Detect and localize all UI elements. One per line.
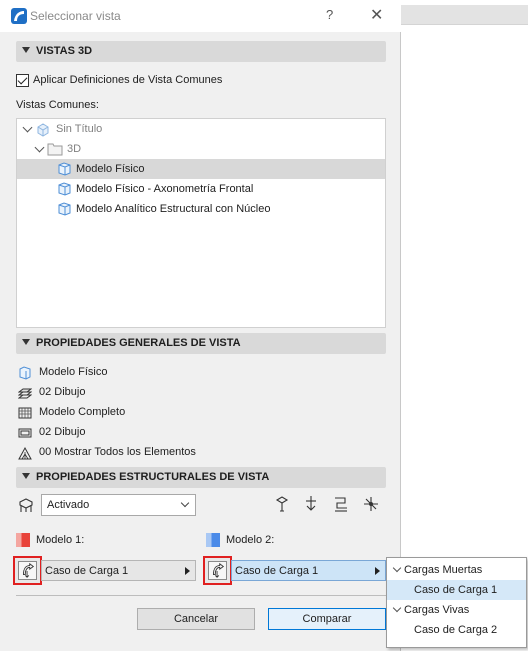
prop-row: 02 Dibujo — [16, 424, 376, 442]
chevron-right-icon — [185, 567, 190, 575]
column-icon[interactable] — [272, 494, 292, 514]
menu-group-label: Cargas Muertas — [404, 564, 483, 576]
tree-item-view[interactable]: Modelo Físico — [17, 159, 385, 179]
chevron-right-icon — [375, 567, 380, 575]
menu-item[interactable]: Caso de Carga 1 — [387, 580, 526, 600]
chevron-down-icon[interactable] — [22, 122, 33, 133]
model2-load-case-button[interactable] — [203, 556, 232, 585]
tree-item-view[interactable]: Modelo Físico - Axonometría Frontal — [17, 179, 385, 199]
section-general-props[interactable]: PROPIEDADES GENERALES DE VISTA — [16, 333, 386, 354]
collapse-triangle-icon — [22, 339, 30, 345]
section-title: PROPIEDADES ESTRUCTURALES DE VISTA — [36, 471, 270, 483]
prop-label: 00 Mostrar Todos los Elementos — [39, 446, 196, 458]
window-title: Seleccionar vista — [30, 9, 121, 23]
apply-common-defs-checkbox[interactable] — [16, 74, 29, 87]
tree-view-label: Modelo Físico — [76, 163, 145, 175]
compare-button[interactable]: Comparar — [268, 608, 386, 630]
prop-row: Modelo Completo — [16, 404, 376, 422]
apply-common-defs-label: Aplicar Definiciones de Vista Comunes — [33, 74, 223, 86]
model-display-icon — [18, 407, 32, 419]
chevron-down-icon — [392, 563, 402, 573]
menu-item-label: Caso de Carga 2 — [414, 624, 498, 636]
prop-row: 02 Dibujo — [16, 384, 376, 402]
background-area — [401, 0, 528, 651]
menu-item[interactable]: Caso de Carga 2 — [387, 620, 526, 640]
section-title: VISTAS 3D — [36, 45, 93, 57]
3d-view-icon — [58, 162, 71, 176]
pen-set-icon — [18, 428, 32, 438]
prop-label: 02 Dibujo — [39, 386, 86, 398]
background-toolbar — [401, 5, 528, 25]
tree-item-view[interactable]: Modelo Analítico Estructural con Núcleo — [17, 199, 385, 219]
model1-load-case-popup[interactable]: Caso de Carga 1 — [41, 560, 196, 581]
load-case-icon — [18, 561, 37, 580]
prop-row: 00 Mostrar Todos los Elementos — [16, 444, 376, 462]
model1-load-case-button[interactable] — [13, 556, 42, 585]
model2-color-swatch — [206, 533, 220, 547]
close-button[interactable]: ✕ — [370, 5, 383, 25]
cancel-button[interactable]: Cancelar — [137, 608, 255, 630]
collapse-triangle-icon — [22, 47, 30, 53]
select-view-dialog: Seleccionar vista ? ✕ VISTAS 3D Aplicar … — [0, 0, 401, 651]
common-views-label: Vistas Comunes: — [16, 99, 99, 111]
chevron-down-icon[interactable] — [34, 142, 45, 153]
model2-load-case-popup[interactable]: Caso de Carga 1 — [231, 560, 386, 581]
structural-display-dropdown[interactable]: Activado — [41, 494, 196, 516]
popup-value: Caso de Carga 1 — [235, 565, 319, 577]
views-tree[interactable]: Sin Título 3D Modelo Físico Modelo Físic… — [16, 118, 386, 328]
prop-row: Modelo Físico — [16, 364, 376, 382]
model1-color-swatch — [16, 533, 30, 547]
menu-group-live-loads[interactable]: Cargas Vivas — [387, 600, 526, 620]
chevron-down-icon — [392, 603, 402, 613]
title-bar: Seleccionar vista ? ✕ — [0, 0, 401, 32]
menu-group-dead-loads[interactable]: Cargas Muertas — [387, 560, 526, 580]
help-button[interactable]: ? — [326, 7, 333, 22]
folder-icon — [47, 143, 63, 156]
app-logo-icon — [11, 8, 27, 24]
project-icon — [37, 123, 49, 137]
model1-label: Modelo 1: — [36, 534, 85, 546]
tree-view-label: Modelo Analítico Estructural con Núcleo — [76, 203, 271, 215]
section-structural-props[interactable]: PROPIEDADES ESTRUCTURALES DE VISTA — [16, 467, 386, 488]
section-vistas-3d[interactable]: VISTAS 3D — [16, 41, 386, 62]
3d-view-icon — [58, 182, 71, 196]
tree-item-root[interactable]: Sin Título — [17, 119, 385, 139]
collapse-triangle-icon — [22, 473, 30, 479]
beam-diagram-icon[interactable] — [331, 494, 351, 514]
chevron-down-icon — [180, 498, 190, 508]
prop-label: 02 Dibujo — [39, 426, 86, 438]
model2-label: Modelo 2: — [226, 534, 275, 546]
prop-label: Modelo Físico — [39, 366, 108, 378]
model-view-icon — [19, 366, 31, 380]
renovation-filter-icon — [18, 446, 32, 460]
divider — [16, 595, 386, 596]
load-case-menu: Cargas Muertas Caso de Carga 1 Cargas Vi… — [386, 557, 527, 648]
menu-item-label: Caso de Carga 1 — [414, 584, 498, 596]
load-arrow-icon[interactable] — [301, 494, 321, 514]
dropdown-value: Activado — [47, 499, 90, 511]
menu-group-label: Cargas Vivas — [404, 604, 470, 616]
tree-item-folder[interactable]: 3D — [17, 139, 385, 159]
prop-label: Modelo Completo — [39, 406, 126, 418]
node-axes-icon[interactable] — [361, 494, 381, 514]
section-title: PROPIEDADES GENERALES DE VISTA — [36, 337, 241, 349]
3d-view-icon — [58, 202, 71, 216]
tree-root-label: Sin Título — [56, 123, 103, 135]
load-case-icon — [208, 561, 227, 580]
layers-icon — [18, 388, 32, 399]
structural-display-icon — [19, 498, 33, 512]
tree-view-label: Modelo Físico - Axonometría Frontal — [76, 183, 254, 195]
popup-value: Caso de Carga 1 — [45, 565, 129, 577]
tree-folder-label: 3D — [67, 143, 82, 155]
